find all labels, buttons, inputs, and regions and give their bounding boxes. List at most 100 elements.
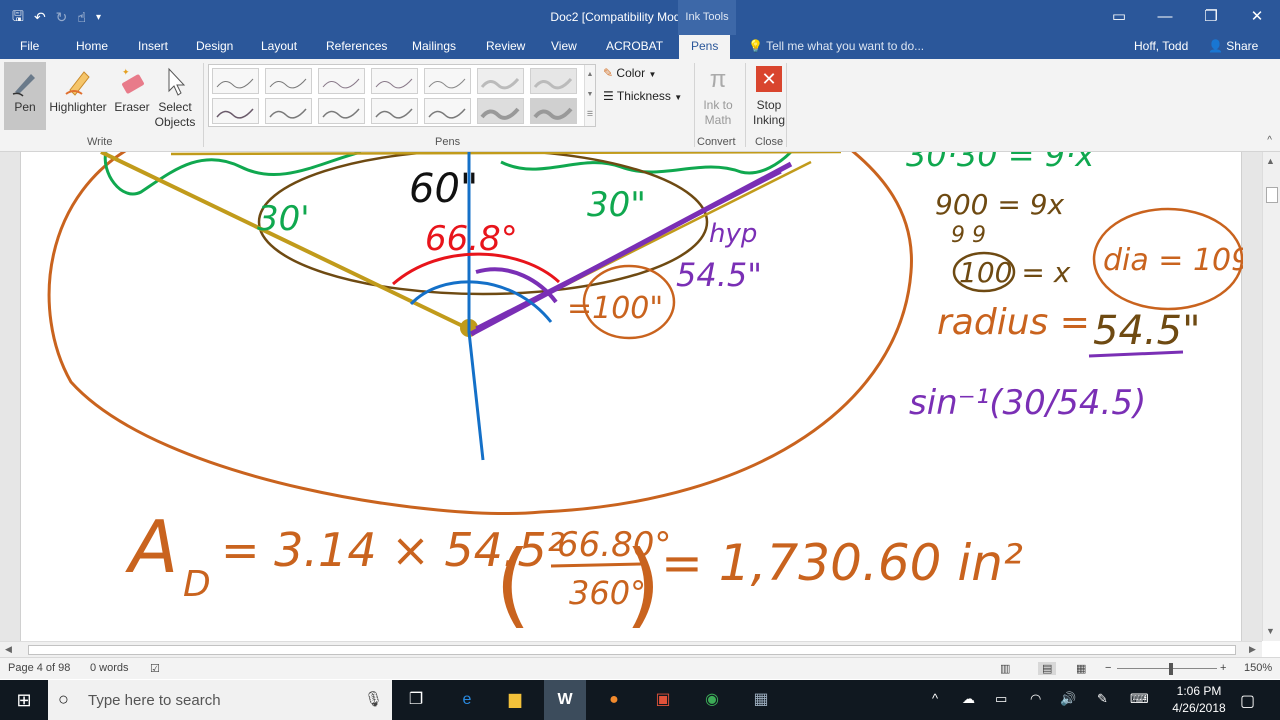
pen-preview-icon: [533, 78, 573, 90]
group-separator: [694, 63, 695, 147]
pen-button[interactable]: Pen: [4, 62, 46, 130]
ink-drawing-canvas[interactable]: 60" 30' 30" 66.8° hyp 54.5" =100" 30·30 …: [21, 152, 1243, 641]
minimize-button[interactable]: —: [1142, 0, 1188, 35]
collapse-ribbon-icon[interactable]: ^: [1267, 135, 1272, 146]
tab-file[interactable]: File: [20, 39, 39, 53]
pen-style-4[interactable]: [371, 68, 418, 94]
task-view-icon[interactable]: ❐: [404, 688, 428, 712]
pen-style-13[interactable]: [477, 98, 524, 124]
tab-design[interactable]: Design: [196, 39, 233, 53]
pen-style-2[interactable]: [265, 68, 312, 94]
pen-style-11[interactable]: [371, 98, 418, 124]
tell-me-search[interactable]: 💡 Tell me what you want to do...: [748, 39, 924, 53]
gallery-scroll[interactable]: ▲ ▼ ☰: [584, 65, 595, 126]
user-account[interactable]: Hoff, Todd: [1134, 39, 1188, 53]
restore-button[interactable]: ❐: [1188, 0, 1234, 35]
tell-me-text: Tell me what you want to do...: [766, 39, 925, 53]
tab-review[interactable]: Review: [486, 39, 525, 53]
angle-30-right-label: 30": [587, 185, 646, 225]
pen-style-3[interactable]: [318, 68, 365, 94]
ink-to-math-button[interactable]: π Ink to Math: [698, 64, 738, 128]
read-mode-icon[interactable]: ▥: [1000, 662, 1010, 675]
pen-style-5[interactable]: [424, 68, 471, 94]
pen-preview-icon: [428, 108, 466, 119]
pen-style-6[interactable]: [477, 68, 524, 94]
tab-references[interactable]: References: [326, 39, 387, 53]
web-layout-icon[interactable]: ▦: [1076, 662, 1086, 675]
show-hidden-icons-icon[interactable]: ^: [932, 691, 938, 706]
word-count[interactable]: 0 words: [90, 662, 129, 674]
taskbar-search[interactable]: ○ Type here to search 🎙: [48, 680, 392, 720]
share-button[interactable]: 👤 Share: [1208, 39, 1258, 53]
horizontal-scroll-thumb[interactable]: [28, 645, 1236, 655]
stop-inking-button[interactable]: ✕ Stop Inking: [749, 66, 789, 128]
tab-pens[interactable]: Pens: [679, 35, 731, 59]
tab-view[interactable]: View: [551, 39, 577, 53]
angle-60-label: 60": [409, 166, 478, 212]
scroll-right-icon[interactable]: ▶: [1249, 644, 1256, 655]
tab-layout[interactable]: Layout: [261, 39, 297, 53]
vertical-scrollbar[interactable]: ▲ ▼: [1262, 152, 1280, 641]
svg-text:✦: ✦: [122, 67, 130, 77]
group-separator: [786, 63, 787, 147]
scroll-left-icon[interactable]: ◀: [5, 644, 12, 655]
scroll-thumb[interactable]: [1266, 187, 1278, 203]
zoom-slider-thumb[interactable]: [1169, 663, 1173, 675]
pen-style-1[interactable]: [212, 68, 259, 94]
horizontal-scrollbar[interactable]: ◀ ▶: [0, 641, 1262, 657]
volume-icon[interactable]: 🔊: [1060, 691, 1076, 707]
color-button[interactable]: ✎ Color ▼: [603, 66, 656, 80]
microphone-icon[interactable]: 🎙: [364, 690, 383, 708]
close-group-label: Close: [755, 136, 784, 148]
scroll-down-icon[interactable]: ▼: [1266, 626, 1275, 636]
zoom-level[interactable]: 150%: [1244, 662, 1272, 674]
eraser-button[interactable]: ✦ Eraser: [113, 66, 151, 115]
convert-group-label: Convert: [697, 136, 736, 148]
circle-outline: [47, 152, 913, 515]
tab-home[interactable]: Home: [76, 39, 108, 53]
word-window: 🖫 ↶ ↻ ☝ ▾ Doc2 [Compatibility Mode] - Wo…: [0, 0, 1280, 720]
chrome-icon[interactable]: ◉: [700, 688, 724, 712]
print-layout-icon[interactable]: ▤: [1038, 662, 1057, 675]
system-clock[interactable]: 1:06 PM 4/26/2018: [1166, 683, 1232, 717]
wifi-icon[interactable]: ◠: [1030, 691, 1041, 707]
pen-workspace-icon[interactable]: ✎: [1097, 691, 1108, 707]
pens-gallery: ▲ ▼ ☰: [208, 64, 596, 127]
thickness-button[interactable]: ☰ Thickness ▼: [603, 89, 682, 103]
zoom-in-icon[interactable]: +: [1220, 662, 1226, 674]
pen-style-12[interactable]: [424, 98, 471, 124]
file-explorer-icon[interactable]: ▆: [503, 688, 527, 712]
display-icon[interactable]: ▭: [995, 691, 1007, 707]
select-objects-button[interactable]: Select Objects: [152, 66, 198, 130]
pen-icon: [12, 74, 35, 97]
pen-style-10[interactable]: [318, 98, 365, 124]
tab-mailings[interactable]: Mailings: [412, 39, 456, 53]
tab-acrobat[interactable]: ACROBAT: [606, 39, 663, 53]
firefox-icon[interactable]: ●: [602, 688, 626, 712]
pen-style-7[interactable]: [530, 68, 577, 94]
page-count[interactable]: Page 4 of 98: [8, 662, 70, 674]
pen-style-14[interactable]: [530, 98, 577, 124]
zoom-slider[interactable]: [1117, 668, 1217, 669]
pen-style-8[interactable]: [212, 98, 259, 124]
highlighter-icon: [65, 71, 90, 96]
windows-start-icon[interactable]: ⊞: [12, 688, 36, 712]
document-page[interactable]: 60" 30' 30" 66.8° hyp 54.5" =100" 30·30 …: [20, 152, 1243, 641]
close-button[interactable]: ✕: [1234, 0, 1280, 35]
proofing-icon[interactable]: ☑: [150, 662, 160, 675]
zoom-out-icon[interactable]: −: [1105, 662, 1111, 674]
pen-style-9[interactable]: [265, 98, 312, 124]
calculator-icon[interactable]: ▦: [749, 688, 773, 712]
keyboard-icon[interactable]: ⌨: [1130, 691, 1149, 707]
edge-icon[interactable]: e: [455, 688, 479, 712]
diameter-label: dia = 109": [1103, 243, 1243, 278]
highlighter-button[interactable]: Highlighter: [47, 66, 109, 115]
snagit-icon[interactable]: ▣: [651, 688, 675, 712]
scroll-up-icon[interactable]: ▲: [1266, 156, 1275, 166]
tab-insert[interactable]: Insert: [138, 39, 168, 53]
hyp-label: hyp: [709, 219, 757, 249]
word-taskbar-icon[interactable]: W: [544, 680, 586, 720]
ribbon-display-icon[interactable]: ▭: [1096, 0, 1142, 35]
action-center-icon[interactable]: ▢: [1240, 691, 1255, 711]
onedrive-icon[interactable]: ☁: [962, 691, 975, 707]
